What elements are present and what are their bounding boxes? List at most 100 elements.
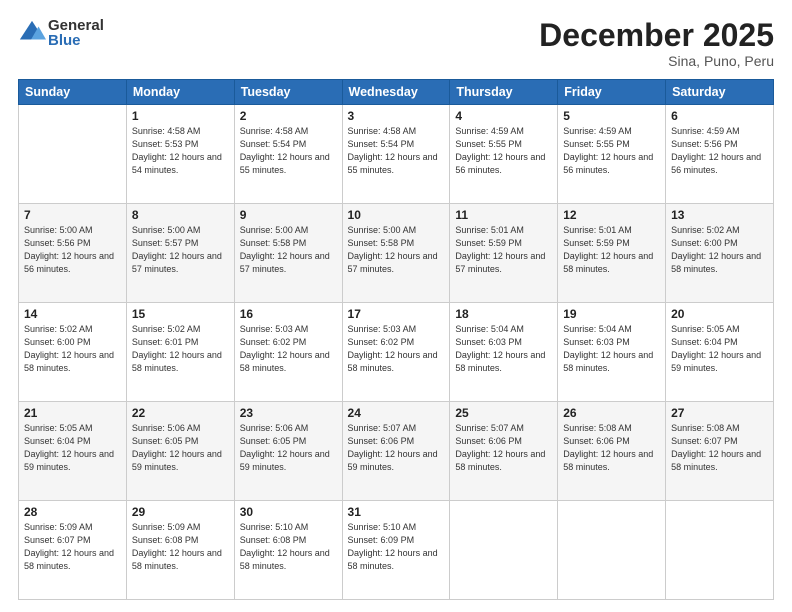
day-info: Sunrise: 5:04 AM Sunset: 6:03 PM Dayligh…	[455, 323, 552, 375]
day-number: 21	[24, 406, 121, 420]
logo: General Blue	[18, 18, 104, 48]
calendar-cell: 31Sunrise: 5:10 AM Sunset: 6:09 PM Dayli…	[342, 501, 450, 600]
title-block: December 2025 Sina, Puno, Peru	[539, 18, 774, 69]
day-number: 2	[240, 109, 337, 123]
day-number: 12	[563, 208, 660, 222]
calendar-row-1: 7 Sunrise: 5:00 AM Sunset: 5:56 PM Daylig…	[19, 204, 774, 303]
calendar-cell: 15 Sunrise: 5:02 AM Sunset: 6:01 PM Dayli…	[126, 303, 234, 402]
day-number: 17	[348, 307, 445, 321]
month-title: December 2025	[539, 18, 774, 53]
day-info: Sunrise: 5:00 AM Sunset: 5:58 PM Dayligh…	[348, 224, 445, 276]
calendar-cell: 30 Sunrise: 5:10 AM Sunset: 6:08 PM Dayli…	[234, 501, 342, 600]
day-info: Sunrise: 5:05 AM Sunset: 6:04 PM Dayligh…	[671, 323, 768, 375]
logo-general: General	[48, 18, 104, 33]
day-number: 27	[671, 406, 768, 420]
day-info: Sunrise: 5:09 AM Sunset: 6:08 PM Dayligh…	[132, 521, 229, 573]
calendar-cell: 10Sunrise: 5:00 AM Sunset: 5:58 PM Dayli…	[342, 204, 450, 303]
calendar-cell: 9Sunrise: 5:00 AM Sunset: 5:58 PM Daylig…	[234, 204, 342, 303]
day-info: Sunrise: 5:08 AM Sunset: 6:06 PM Dayligh…	[563, 422, 660, 474]
col-thursday: Thursday	[450, 80, 558, 105]
day-info: Sunrise: 5:00 AM Sunset: 5:58 PM Dayligh…	[240, 224, 337, 276]
day-info: Sunrise: 4:59 AM Sunset: 5:55 PM Dayligh…	[563, 125, 660, 177]
calendar-cell: 2 Sunrise: 4:58 AM Sunset: 5:54 PM Daylig…	[234, 105, 342, 204]
day-number: 1	[132, 109, 229, 123]
calendar-cell: 13Sunrise: 5:02 AM Sunset: 6:00 PM Dayli…	[666, 204, 774, 303]
day-number: 15	[132, 307, 229, 321]
col-friday: Friday	[558, 80, 666, 105]
logo-blue: Blue	[48, 33, 104, 48]
day-number: 23	[240, 406, 337, 420]
day-info: Sunrise: 5:00 AM Sunset: 5:56 PM Dayligh…	[24, 224, 121, 276]
calendar-row-3: 21 Sunrise: 5:05 AM Sunset: 6:04 PM Dayli…	[19, 402, 774, 501]
day-info: Sunrise: 5:02 AM Sunset: 6:01 PM Dayligh…	[132, 323, 229, 375]
calendar-cell: 1Sunrise: 4:58 AM Sunset: 5:53 PM Daylig…	[126, 105, 234, 204]
calendar-row-2: 14Sunrise: 5:02 AM Sunset: 6:00 PM Dayli…	[19, 303, 774, 402]
calendar-header: Sunday Monday Tuesday Wednesday Thursday…	[19, 80, 774, 105]
logo-icon	[18, 19, 46, 47]
day-info: Sunrise: 5:00 AM Sunset: 5:57 PM Dayligh…	[132, 224, 229, 276]
page: General Blue December 2025 Sina, Puno, P…	[0, 0, 792, 612]
day-number: 25	[455, 406, 552, 420]
calendar-cell: 25 Sunrise: 5:07 AM Sunset: 6:06 PM Dayli…	[450, 402, 558, 501]
day-info: Sunrise: 5:01 AM Sunset: 5:59 PM Dayligh…	[455, 224, 552, 276]
calendar-body: 1Sunrise: 4:58 AM Sunset: 5:53 PM Daylig…	[19, 105, 774, 600]
calendar-row-0: 1Sunrise: 4:58 AM Sunset: 5:53 PM Daylig…	[19, 105, 774, 204]
calendar-cell: 29 Sunrise: 5:09 AM Sunset: 6:08 PM Dayli…	[126, 501, 234, 600]
calendar-cell: 22Sunrise: 5:06 AM Sunset: 6:05 PM Dayli…	[126, 402, 234, 501]
calendar-cell: 16Sunrise: 5:03 AM Sunset: 6:02 PM Dayli…	[234, 303, 342, 402]
day-info: Sunrise: 5:10 AM Sunset: 6:08 PM Dayligh…	[240, 521, 337, 573]
day-number: 29	[132, 505, 229, 519]
day-info: Sunrise: 4:59 AM Sunset: 5:56 PM Dayligh…	[671, 125, 768, 177]
calendar-cell	[558, 501, 666, 600]
day-number: 30	[240, 505, 337, 519]
calendar-cell: 27Sunrise: 5:08 AM Sunset: 6:07 PM Dayli…	[666, 402, 774, 501]
day-number: 24	[348, 406, 445, 420]
calendar-cell: 12 Sunrise: 5:01 AM Sunset: 5:59 PM Dayli…	[558, 204, 666, 303]
day-info: Sunrise: 4:58 AM Sunset: 5:54 PM Dayligh…	[240, 125, 337, 177]
col-wednesday: Wednesday	[342, 80, 450, 105]
day-number: 28	[24, 505, 121, 519]
day-number: 11	[455, 208, 552, 222]
calendar-table: Sunday Monday Tuesday Wednesday Thursday…	[18, 79, 774, 600]
calendar-cell: 5Sunrise: 4:59 AM Sunset: 5:55 PM Daylig…	[558, 105, 666, 204]
calendar-cell: 18 Sunrise: 5:04 AM Sunset: 6:03 PM Dayli…	[450, 303, 558, 402]
calendar-cell: 26 Sunrise: 5:08 AM Sunset: 6:06 PM Dayli…	[558, 402, 666, 501]
day-info: Sunrise: 4:59 AM Sunset: 5:55 PM Dayligh…	[455, 125, 552, 177]
calendar-cell: 23Sunrise: 5:06 AM Sunset: 6:05 PM Dayli…	[234, 402, 342, 501]
day-info: Sunrise: 5:09 AM Sunset: 6:07 PM Dayligh…	[24, 521, 121, 573]
calendar-cell: 21 Sunrise: 5:05 AM Sunset: 6:04 PM Dayli…	[19, 402, 127, 501]
day-number: 26	[563, 406, 660, 420]
day-number: 22	[132, 406, 229, 420]
day-info: Sunrise: 5:04 AM Sunset: 6:03 PM Dayligh…	[563, 323, 660, 375]
calendar-cell	[450, 501, 558, 600]
col-tuesday: Tuesday	[234, 80, 342, 105]
calendar-cell: 28 Sunrise: 5:09 AM Sunset: 6:07 PM Dayli…	[19, 501, 127, 600]
day-number: 7	[24, 208, 121, 222]
day-info: Sunrise: 5:07 AM Sunset: 6:06 PM Dayligh…	[348, 422, 445, 474]
header: General Blue December 2025 Sina, Puno, P…	[18, 18, 774, 69]
day-number: 31	[348, 505, 445, 519]
col-monday: Monday	[126, 80, 234, 105]
day-info: Sunrise: 4:58 AM Sunset: 5:54 PM Dayligh…	[348, 125, 445, 177]
calendar-cell: 11 Sunrise: 5:01 AM Sunset: 5:59 PM Dayli…	[450, 204, 558, 303]
day-number: 3	[348, 109, 445, 123]
day-number: 13	[671, 208, 768, 222]
day-number: 8	[132, 208, 229, 222]
day-info: Sunrise: 5:07 AM Sunset: 6:06 PM Dayligh…	[455, 422, 552, 474]
day-info: Sunrise: 5:05 AM Sunset: 6:04 PM Dayligh…	[24, 422, 121, 474]
day-info: Sunrise: 5:01 AM Sunset: 5:59 PM Dayligh…	[563, 224, 660, 276]
calendar-cell: 3 Sunrise: 4:58 AM Sunset: 5:54 PM Daylig…	[342, 105, 450, 204]
calendar-cell: 19 Sunrise: 5:04 AM Sunset: 6:03 PM Dayli…	[558, 303, 666, 402]
day-number: 18	[455, 307, 552, 321]
calendar-cell: 14Sunrise: 5:02 AM Sunset: 6:00 PM Dayli…	[19, 303, 127, 402]
logo-text: General Blue	[48, 18, 104, 48]
calendar-cell: 20 Sunrise: 5:05 AM Sunset: 6:04 PM Dayli…	[666, 303, 774, 402]
header-row: Sunday Monday Tuesday Wednesday Thursday…	[19, 80, 774, 105]
day-number: 6	[671, 109, 768, 123]
day-number: 19	[563, 307, 660, 321]
calendar-row-4: 28 Sunrise: 5:09 AM Sunset: 6:07 PM Dayli…	[19, 501, 774, 600]
calendar-cell: 4Sunrise: 4:59 AM Sunset: 5:55 PM Daylig…	[450, 105, 558, 204]
col-saturday: Saturday	[666, 80, 774, 105]
day-number: 20	[671, 307, 768, 321]
location: Sina, Puno, Peru	[539, 53, 774, 69]
